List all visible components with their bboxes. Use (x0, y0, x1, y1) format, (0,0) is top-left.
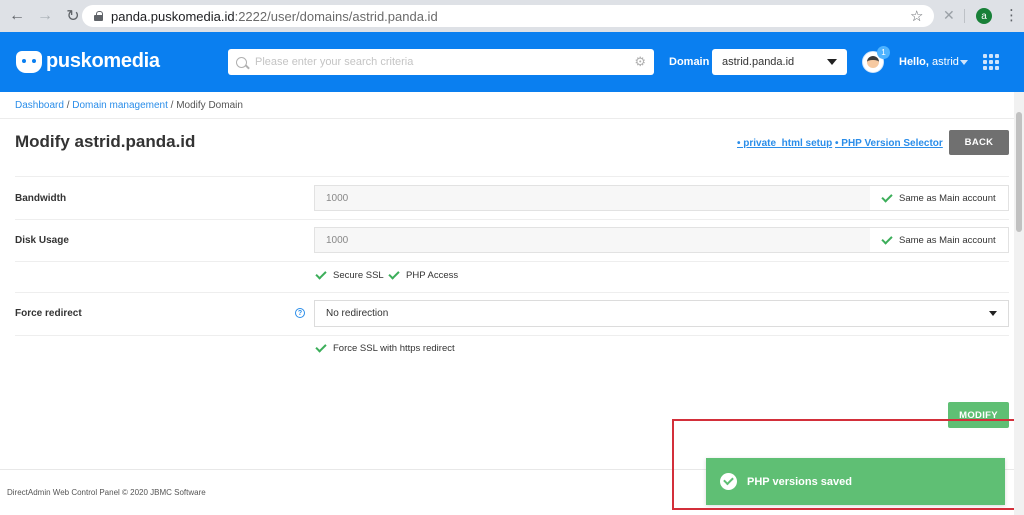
bookmark-star-icon[interactable]: ☆ (910, 7, 923, 25)
row-divider (15, 335, 1009, 336)
user-face-icon (867, 56, 879, 68)
toolbar-separator (964, 9, 965, 23)
username: astrid (932, 56, 959, 68)
php-version-selector-link[interactable]: • PHP Version Selector (835, 138, 943, 149)
bandwidth-same-label: Same as Main account (899, 192, 996, 204)
row-divider (15, 176, 1009, 177)
profile-avatar[interactable]: a (976, 8, 992, 24)
user-avatar[interactable]: 1 (862, 46, 890, 73)
force-redirect-label: Force redirect (15, 308, 82, 319)
logo[interactable]: puskomedia (16, 50, 160, 73)
help-icon[interactable]: ? (295, 308, 305, 318)
php-access-checkbox[interactable]: PHP Access (388, 268, 459, 281)
extension-icon[interactable]: ✕ (943, 7, 955, 24)
lock-icon (94, 11, 103, 21)
search-box[interactable]: ⚙ (228, 49, 654, 75)
disk-usage-input[interactable]: 1000 (314, 227, 871, 253)
force-redirect-select[interactable]: No redirection (314, 300, 1009, 327)
user-menu-caret-icon[interactable] (960, 60, 968, 65)
domain-select[interactable]: astrid.panda.id (712, 49, 847, 75)
row-divider (15, 219, 1009, 220)
back-button[interactable]: BACK (949, 130, 1009, 155)
breadcrumb: Dashboard / Domain management / Modify D… (15, 100, 243, 111)
reload-icon[interactable]: ↻ (62, 5, 84, 27)
bandwidth-label: Bandwidth (15, 193, 67, 204)
menu-dots-icon[interactable]: ⋮ (1004, 6, 1019, 24)
apps-grid-icon[interactable] (983, 54, 999, 70)
url-path: :2222/user/domains/astrid.panda.id (234, 8, 438, 24)
checkmark-icon (388, 268, 400, 280)
checkmark-icon (881, 232, 893, 245)
page-title: Modify astrid.panda.id (15, 132, 196, 151)
search-icon (236, 56, 247, 68)
annotation-highlight-box (672, 419, 1018, 510)
address-bar[interactable]: panda.puskomedia.id:2222/user/domains/as… (82, 5, 934, 27)
breadcrumb-dashboard[interactable]: Dashboard (15, 100, 64, 111)
checkmark-icon (315, 341, 327, 353)
breadcrumb-current: Modify Domain (176, 100, 243, 111)
user-greeting[interactable]: Hello, astrid (899, 56, 959, 68)
domain-select-value: astrid.panda.id (722, 56, 795, 68)
url-host: panda.puskomedia.id (111, 8, 235, 24)
forward-arrow-icon[interactable]: → (34, 5, 56, 27)
bandwidth-same-as-main-checkbox[interactable]: Same as Main account (870, 185, 1009, 211)
secure-ssl-checkbox[interactable]: Secure SSL (315, 268, 384, 281)
logo-text: puskomedia (46, 50, 160, 72)
domain-label: Domain (669, 56, 710, 68)
scrollbar-thumb[interactable] (1016, 112, 1022, 232)
greeting-prefix: Hello, (899, 56, 929, 68)
disk-usage-label: Disk Usage (15, 235, 69, 246)
cat-logo-icon (16, 50, 42, 73)
bandwidth-input[interactable]: 1000 (314, 185, 871, 211)
checkmark-icon (315, 268, 327, 280)
page-scrollbar[interactable] (1014, 92, 1024, 515)
php-access-label: PHP Access (406, 270, 459, 281)
notification-badge: 1 (877, 46, 890, 59)
disk-same-as-main-checkbox[interactable]: Same as Main account (870, 227, 1009, 253)
chevron-down-icon (827, 59, 837, 65)
browser-toolbar: ← → ↻ panda.puskomedia.id:2222/user/doma… (0, 0, 1024, 32)
disk-same-label: Same as Main account (899, 234, 996, 246)
force-ssl-checkbox[interactable]: Force SSL with https redirect (315, 341, 455, 354)
search-input[interactable] (255, 56, 635, 68)
row-divider (15, 261, 1009, 262)
row-divider (15, 292, 1009, 293)
gear-icon[interactable]: ⚙ (634, 54, 646, 70)
breadcrumb-domain-management[interactable]: Domain management (72, 100, 168, 111)
secure-ssl-label: Secure SSL (333, 270, 384, 281)
private-html-setup-link[interactable]: • private_html setup (737, 138, 832, 149)
chevron-down-icon (989, 311, 997, 316)
back-arrow-icon[interactable]: ← (6, 5, 28, 27)
divider (0, 118, 1024, 119)
force-redirect-value: No redirection (326, 308, 389, 319)
checkmark-icon (881, 190, 893, 203)
force-ssl-label: Force SSL with https redirect (333, 343, 455, 354)
footer-text: DirectAdmin Web Control Panel © 2020 JBM… (7, 488, 206, 497)
